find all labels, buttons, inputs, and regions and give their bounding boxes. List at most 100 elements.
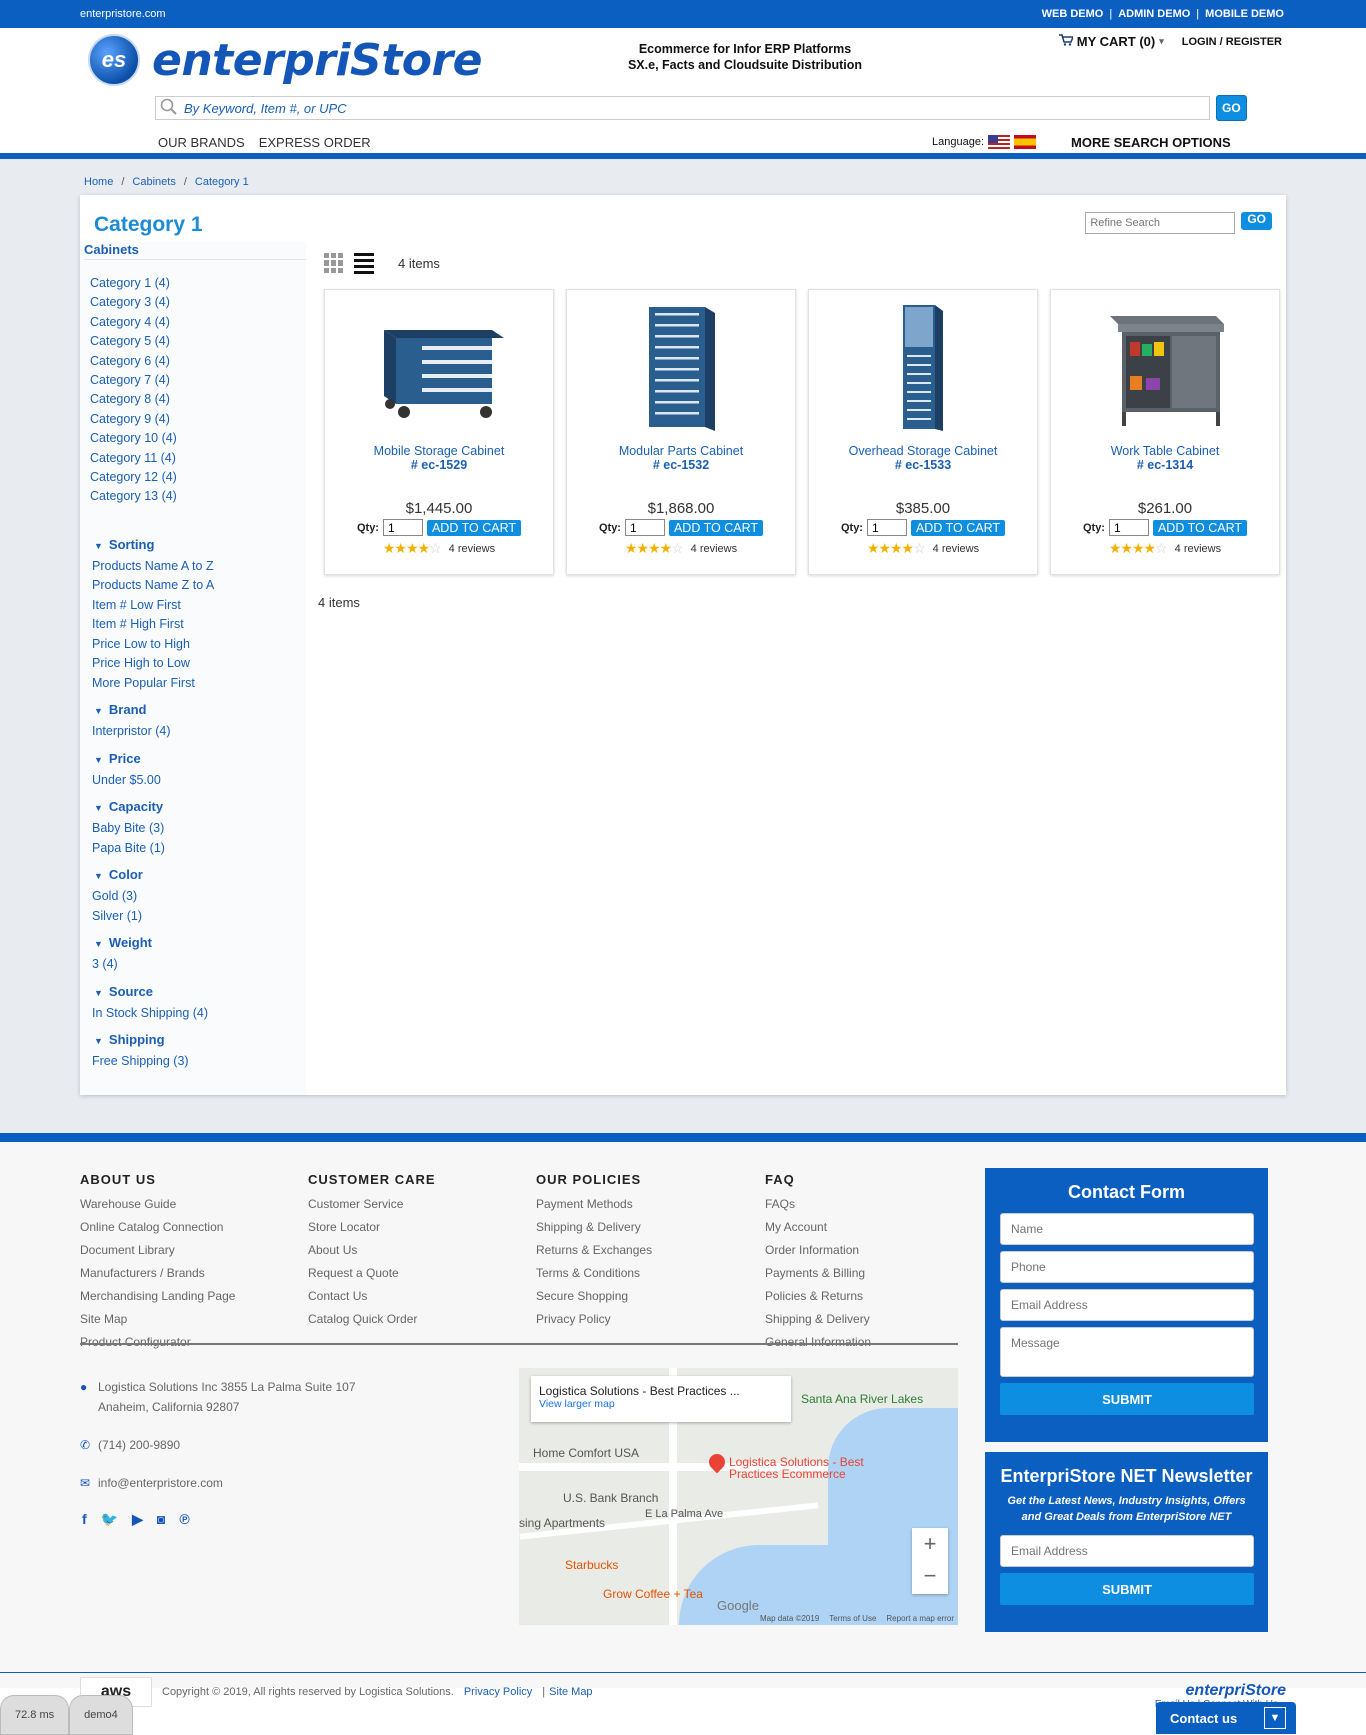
privacy-policy-link[interactable]: Privacy Policy [464, 1686, 532, 1698]
footer-link[interactable]: Catalog Quick Order [308, 1310, 528, 1333]
footer-link[interactable]: Payments & Billing [765, 1264, 985, 1287]
site-link[interactable]: enterpristore.com [80, 8, 166, 20]
footer-link[interactable]: Order Information [765, 1241, 985, 1264]
sidebar-category-link[interactable]: Category 8 (4) [90, 390, 306, 409]
more-search-options-link[interactable]: MORE SEARCH OPTIONS [1071, 135, 1231, 150]
refine-search-input[interactable] [1085, 212, 1236, 234]
facet-option-link[interactable]: Item # High First [92, 615, 306, 635]
email-address[interactable]: info@enterpristore.com [98, 1473, 223, 1493]
product-sku[interactable]: # ec-1529 [325, 458, 553, 472]
site-logo[interactable]: es enterpriStore [88, 34, 483, 86]
zoom-out-button[interactable]: − [912, 1560, 948, 1592]
facebook-icon[interactable]: f [82, 1511, 87, 1528]
contact-submit-button[interactable]: SUBMIT [1000, 1383, 1254, 1415]
sidebar-category-link[interactable]: Category 11 (4) [90, 449, 306, 468]
grid-view-icon[interactable] [324, 253, 344, 273]
map-report-link[interactable]: Report a map error [886, 1614, 954, 1623]
footer-link[interactable]: FAQs [765, 1195, 985, 1218]
reviews-link[interactable]: 4 reviews [1175, 543, 1221, 555]
phone-number[interactable]: (714) 200-9890 [98, 1435, 180, 1455]
facet-heading[interactable]: ▼ Source [92, 980, 306, 1004]
our-brands-link[interactable]: OUR BRANDS [158, 135, 245, 150]
footer-link[interactable]: Contact Us [308, 1287, 528, 1310]
sidebar-category-link[interactable]: Category 6 (4) [90, 352, 306, 371]
facet-option-link[interactable]: Interpristor (4) [92, 722, 306, 742]
facet-option-link[interactable]: 3 (4) [92, 955, 306, 975]
view-larger-map-link[interactable]: View larger map [539, 1398, 783, 1410]
facet-heading[interactable]: ▼ Weight [92, 931, 306, 955]
us-flag-icon[interactable] [988, 135, 1010, 149]
footer-link[interactable]: About Us [308, 1241, 528, 1264]
product-sku[interactable]: # ec-1533 [809, 458, 1037, 472]
footer-link[interactable]: Manufacturers / Brands [80, 1264, 300, 1287]
product-image[interactable] [567, 300, 795, 436]
cart-button[interactable]: MY CART (0) ▾ [1058, 34, 1164, 49]
sidebar-category-link[interactable]: Category 5 (4) [90, 332, 306, 351]
reviews-link[interactable]: 4 reviews [933, 543, 979, 555]
google-map[interactable]: Logistica Solutions - Best Practices ...… [519, 1368, 958, 1625]
facet-option-link[interactable]: Under $5.00 [92, 771, 306, 791]
footer-link[interactable]: Privacy Policy [536, 1310, 756, 1333]
map-terms-link[interactable]: Terms of Use [829, 1614, 876, 1623]
facet-option-link[interactable]: More Popular First [92, 674, 306, 694]
refine-go-button[interactable]: GO [1241, 212, 1272, 230]
sidebar-category-link[interactable]: Category 10 (4) [90, 429, 306, 448]
facet-option-link[interactable]: Products Name A to Z [92, 557, 306, 577]
breadcrumb-cabinets[interactable]: Cabinets [132, 176, 175, 188]
web-demo-link[interactable]: WEB DEMO [1042, 8, 1104, 20]
footer-link[interactable]: Shipping & Delivery [536, 1218, 756, 1241]
sidebar-category-link[interactable]: Category 1 (4) [90, 274, 306, 293]
newsletter-email-field[interactable] [1000, 1535, 1254, 1567]
chevron-down-icon[interactable]: ▼ [1264, 1707, 1286, 1729]
facet-heading[interactable]: ▼ Sorting [92, 533, 306, 557]
facet-option-link[interactable]: Papa Bite (1) [92, 839, 306, 859]
footer-link[interactable]: Customer Service [308, 1195, 528, 1218]
footer-link[interactable]: Payment Methods [536, 1195, 756, 1218]
facet-heading[interactable]: ▼ Price [92, 747, 306, 771]
spain-flag-icon[interactable] [1014, 135, 1036, 149]
phone-field[interactable] [1000, 1251, 1254, 1283]
qty-input[interactable] [1108, 519, 1149, 536]
product-name-link[interactable]: Overhead Storage Cabinet [809, 444, 1037, 458]
product-image[interactable] [325, 300, 553, 436]
footer-link[interactable]: Request a Quote [308, 1264, 528, 1287]
facet-option-link[interactable]: Price Low to High [92, 635, 306, 655]
reviews-link[interactable]: 4 reviews [691, 543, 737, 555]
breadcrumb-category[interactable]: Category 1 [195, 176, 249, 188]
sidebar-category-link[interactable]: Category 4 (4) [90, 313, 306, 332]
qty-input[interactable] [382, 519, 423, 536]
footer-link[interactable]: Site Map [80, 1310, 300, 1333]
product-image[interactable] [1051, 300, 1279, 436]
sidebar-heading[interactable]: Cabinets [84, 242, 306, 260]
breadcrumb-home[interactable]: Home [84, 176, 113, 188]
list-view-icon[interactable] [354, 252, 374, 274]
search-input[interactable] [178, 97, 1209, 119]
sidebar-category-link[interactable]: Category 9 (4) [90, 410, 306, 429]
facet-heading[interactable]: ▼ Capacity [92, 795, 306, 819]
product-name-link[interactable]: Work Table Cabinet [1051, 444, 1279, 458]
debug-server-tab[interactable]: demo4 [69, 1695, 133, 1735]
zoom-in-button[interactable]: + [912, 1528, 948, 1560]
twitter-icon[interactable]: 🐦 [101, 1511, 118, 1528]
add-to-cart-button[interactable]: ADD TO CART [1152, 519, 1248, 536]
facet-option-link[interactable]: Free Shipping (3) [92, 1052, 306, 1072]
email-field[interactable] [1000, 1289, 1254, 1321]
search-go-button[interactable]: GO [1216, 95, 1247, 121]
footer-link[interactable]: Store Locator [308, 1218, 528, 1241]
footer-link[interactable]: Returns & Exchanges [536, 1241, 756, 1264]
instagram-icon[interactable]: ◙ [157, 1511, 165, 1528]
qty-input[interactable] [624, 519, 665, 536]
sidebar-category-link[interactable]: Category 3 (4) [90, 293, 306, 312]
product-image[interactable] [809, 300, 1037, 436]
login-register-link[interactable]: LOGIN / REGISTER [1182, 36, 1282, 48]
facet-option-link[interactable]: Gold (3) [92, 887, 306, 907]
newsletter-submit-button[interactable]: SUBMIT [1000, 1573, 1254, 1605]
reviews-link[interactable]: 4 reviews [449, 543, 495, 555]
product-sku[interactable]: # ec-1532 [567, 458, 795, 472]
footer-link[interactable]: Policies & Returns [765, 1287, 985, 1310]
pinterest-icon[interactable]: ℗ [179, 1511, 189, 1528]
express-order-link[interactable]: EXPRESS ORDER [259, 135, 371, 150]
youtube-icon[interactable]: ▶ [132, 1511, 143, 1528]
debug-timing-tab[interactable]: 72.8 ms [0, 1695, 70, 1735]
product-name-link[interactable]: Modular Parts Cabinet [567, 444, 795, 458]
